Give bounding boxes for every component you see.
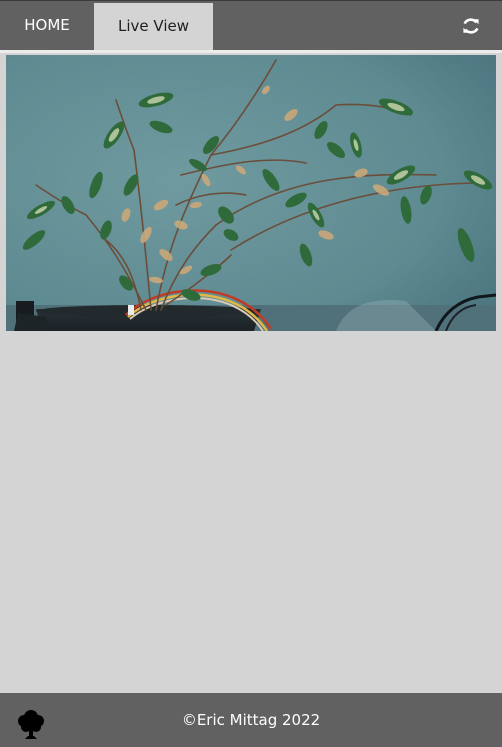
tree-icon [16,708,46,740]
refresh-icon[interactable] [460,14,482,38]
footer: ©Eric Mittag 2022 [0,693,502,747]
nav-live-view-tab[interactable]: Live View [94,3,213,50]
nav-home-link[interactable]: HOME [0,1,94,50]
navbar-divider [0,50,502,53]
top-navbar: HOME Live View [0,1,502,50]
page: HOME Live View ©Eric Mittag 2022 [0,0,502,747]
copyright-text: ©Eric Mittag 2022 [181,711,321,729]
live-camera-image [6,55,496,331]
